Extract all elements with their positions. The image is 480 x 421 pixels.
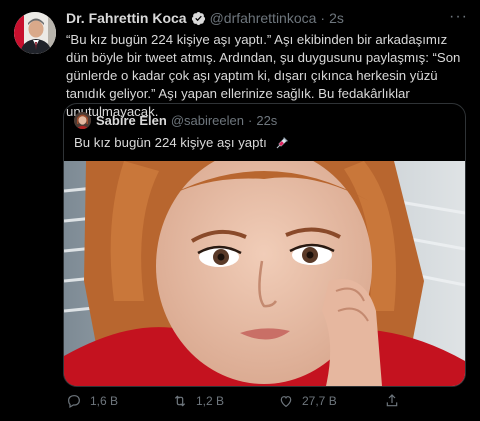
tweet-time[interactable]: 2s xyxy=(329,10,344,26)
quoted-author-name[interactable]: Sabire Elen xyxy=(96,113,167,128)
verified-badge-icon xyxy=(191,11,205,25)
quoted-tweet-time[interactable]: 22s xyxy=(256,113,277,128)
retweet-button[interactable]: 1,2 B xyxy=(172,393,224,409)
like-icon xyxy=(280,396,292,408)
header-separator: · xyxy=(320,10,326,26)
reply-icon xyxy=(68,395,80,409)
share-button[interactable] xyxy=(384,393,408,409)
share-icon xyxy=(386,394,398,407)
quoted-tweet[interactable]: Sabire Elen @sabireelen · 22s Bu kız bug… xyxy=(63,103,466,387)
tweet-header: Dr. Fahrettin Koca @drfahrettinkoca · 2s xyxy=(66,10,344,26)
reply-button[interactable]: 1,6 B xyxy=(66,393,118,409)
tweet[interactable]: Dr. Fahrettin Koca @drfahrettinkoca · 2s… xyxy=(0,0,480,421)
tweet-actions: 1,6 B 1,2 B 27,7 B xyxy=(66,393,466,413)
quoted-tweet-photo[interactable] xyxy=(64,148,465,386)
more-icon[interactable]: ··· xyxy=(449,8,468,26)
like-count: 27,7 B xyxy=(302,394,337,408)
like-button[interactable]: 27,7 B xyxy=(278,393,337,409)
quoted-tweet-text-row: Bu kız bugün 224 kişiye aşı yaptı xyxy=(74,135,289,151)
author-handle[interactable]: @drfahrettinkoca xyxy=(210,10,317,26)
syringe-icon xyxy=(277,136,289,148)
author-name[interactable]: Dr. Fahrettin Koca xyxy=(66,10,187,26)
reply-count: 1,6 B xyxy=(90,394,119,408)
quoted-tweet-header: Sabire Elen @sabireelen · 22s xyxy=(74,112,277,129)
quoted-author-avatar[interactable] xyxy=(74,112,91,129)
quoted-header-separator: · xyxy=(248,113,253,128)
author-avatar[interactable] xyxy=(14,12,56,54)
retweet-icon xyxy=(174,395,186,407)
quoted-tweet-text: Bu kız bugün 224 kişiye aşı yaptı xyxy=(74,135,267,150)
photo-illustration xyxy=(64,148,465,386)
quoted-author-handle[interactable]: @sabireelen xyxy=(171,113,244,128)
retweet-count: 1,2 B xyxy=(196,394,225,408)
